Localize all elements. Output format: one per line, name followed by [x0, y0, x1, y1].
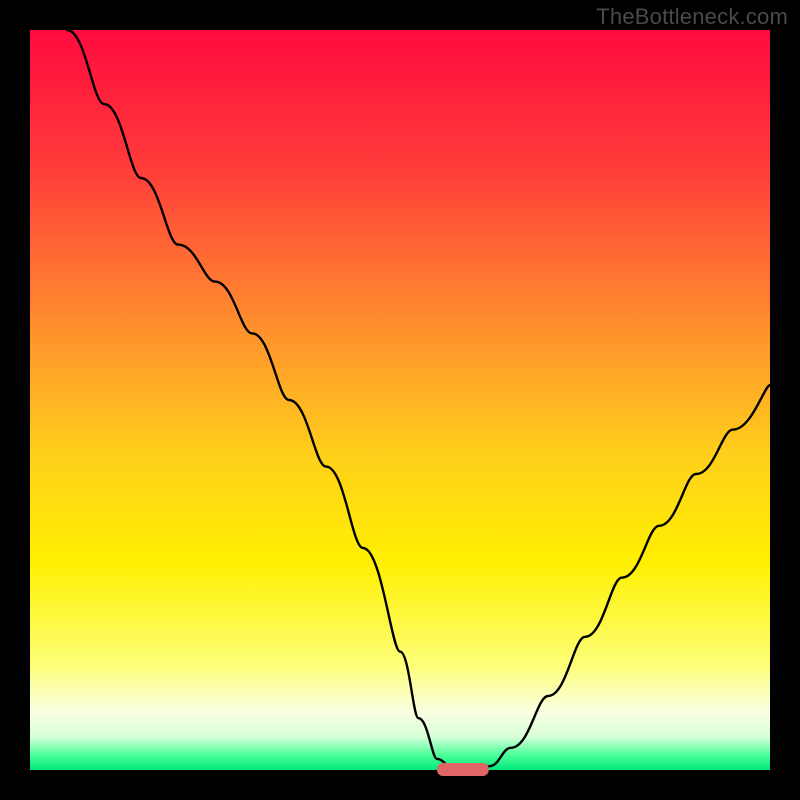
minimum-marker	[437, 763, 489, 776]
chart-frame: TheBottleneck.com	[0, 0, 800, 800]
watermark-text: TheBottleneck.com	[596, 4, 788, 30]
plot-background	[30, 30, 770, 770]
bottleneck-chart	[0, 0, 800, 800]
